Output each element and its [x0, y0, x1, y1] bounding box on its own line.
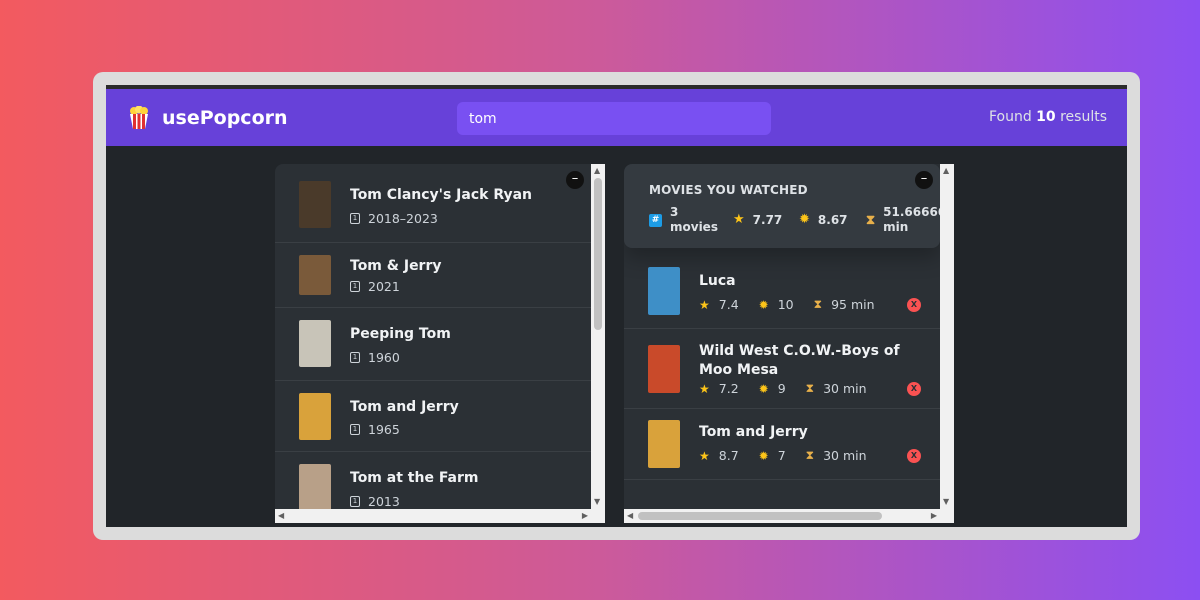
calendar-icon: 1 — [350, 281, 360, 292]
scroll-down-icon[interactable]: ▼ — [594, 495, 600, 509]
list-item[interactable]: Tom Clancy's Jack Ryan 1 2018–2023 — [275, 164, 591, 243]
sun-icon: ✹ — [758, 297, 769, 312]
hourglass-icon: ⧗ — [805, 448, 815, 462]
sun-icon: ✹ — [758, 448, 769, 463]
watched-summary: MOVIES YOU WATCHED # 3 movies ★ 7.77 ✹ 8.67… — [624, 164, 954, 248]
scroll-right-icon[interactable]: ▶ — [582, 509, 588, 523]
calendar-icon: 1 — [350, 496, 360, 507]
hash-icon: # — [649, 213, 662, 227]
scroll-left-icon[interactable]: ◀ — [278, 509, 284, 523]
movie-stats: ★ 7.2 ✹ 9 ⧗ 30 min — [699, 381, 867, 396]
movie-title: Tom & Jerry — [350, 258, 442, 274]
delete-button[interactable]: X — [907, 449, 921, 463]
results-box: – Tom Clancy's Jack Ryan 1 2018–2023 Tom … — [275, 164, 605, 523]
scroll-thumb[interactable] — [594, 178, 602, 330]
movie-title: Tom and Jerry — [699, 424, 808, 440]
results-number: 10 — [1036, 109, 1056, 125]
vertical-scrollbar[interactable]: ▲ ▼ — [940, 164, 954, 509]
star-icon: ★ — [699, 448, 710, 463]
hourglass-icon: ⧗ — [866, 212, 876, 228]
sun-icon: ✹ — [758, 381, 769, 396]
movie-title: Wild West C.O.W.-Boys of Moo Mesa — [699, 343, 900, 378]
watched-box: MOVIES YOU WATCHED # 3 movies ★ 7.77 ✹ 8.67… — [624, 164, 954, 523]
calendar-icon: 1 — [350, 424, 360, 435]
hourglass-icon: ⧗ — [813, 297, 823, 311]
scroll-up-icon[interactable]: ▲ — [943, 164, 949, 178]
movie-year: 1 1965 — [350, 422, 400, 437]
watched-item[interactable]: Luca ★ 7.4 ✹ 10 ⧗ 95 min X — [624, 248, 940, 329]
delete-button[interactable]: X — [907, 298, 921, 312]
star-icon: ★ — [733, 212, 745, 227]
list-item[interactable]: Tom and Jerry 1 1965 — [275, 381, 591, 452]
vertical-scrollbar[interactable]: ▲ ▼ — [591, 164, 605, 509]
search-input[interactable] — [457, 102, 771, 135]
movie-title: Tom at the Farm — [350, 470, 479, 486]
movie-year: 1 2021 — [350, 279, 400, 294]
movie-poster — [648, 267, 680, 315]
calendar-icon: 1 — [350, 213, 360, 224]
movie-title: Tom Clancy's Jack Ryan — [350, 187, 533, 203]
star-icon: ★ — [699, 297, 710, 312]
app-name: usePopcorn — [162, 107, 288, 129]
watched-toggle-button[interactable]: – — [915, 171, 933, 189]
movie-year: 1 2013 — [350, 494, 400, 509]
imdb-avg-stat: ★ 7.77 — [733, 212, 783, 227]
sun-icon: ✹ — [799, 212, 810, 227]
horizontal-scrollbar[interactable]: ◀ ▶ — [275, 509, 605, 523]
scroll-thumb[interactable] — [638, 512, 882, 520]
browser-window: usePopcorn Found 10 results – Tom Clancy… — [93, 72, 1140, 540]
movies-count-unit: movies — [670, 220, 718, 234]
hourglass-icon: ⧗ — [805, 381, 815, 395]
scroll-up-icon[interactable]: ▲ — [594, 164, 600, 178]
movie-poster — [299, 464, 331, 511]
movie-poster — [299, 320, 331, 367]
movies-count-stat: # 3 movies — [649, 205, 718, 235]
popcorn-icon — [130, 106, 148, 129]
movie-title: Luca — [699, 273, 736, 289]
summary-title: MOVIES YOU WATCHED — [649, 183, 808, 197]
navbar: usePopcorn Found 10 results — [106, 89, 1127, 146]
movie-stats: ★ 8.7 ✹ 7 ⧗ 30 min — [699, 448, 867, 463]
movie-poster — [648, 420, 680, 468]
app: usePopcorn Found 10 results – Tom Clancy… — [106, 85, 1127, 527]
results-count: Found 10 results — [988, 109, 1107, 125]
watched-item[interactable]: Tom and Jerry ★ 8.7 ✹ 7 ⧗ 30 min X — [624, 409, 940, 480]
scroll-down-icon[interactable]: ▼ — [943, 495, 949, 509]
scroll-right-icon[interactable]: ▶ — [931, 509, 937, 523]
list-item[interactable]: Tom & Jerry 1 2021 — [275, 243, 591, 308]
movie-year: 1 2018–2023 — [350, 211, 438, 226]
calendar-icon: 1 — [350, 352, 360, 363]
star-icon: ★ — [699, 381, 710, 396]
movie-poster — [299, 255, 331, 295]
movie-poster — [299, 393, 331, 440]
horizontal-scrollbar[interactable]: ◀ ▶ — [624, 509, 954, 523]
scroll-left-icon[interactable]: ◀ — [627, 509, 633, 523]
movie-year: 1 1960 — [350, 350, 400, 365]
movie-poster — [648, 345, 680, 393]
watched-item[interactable]: Wild West C.O.W.-Boys of Moo Mesa ★ 7.2 ✹… — [624, 329, 940, 409]
list-item[interactable]: Peeping Tom 1 1960 — [275, 308, 591, 381]
movie-poster — [299, 181, 331, 228]
delete-button[interactable]: X — [907, 382, 921, 396]
movies-count: 3 — [670, 205, 679, 219]
movie-title: Peeping Tom — [350, 326, 451, 342]
user-avg-stat: ✹ 8.67 — [799, 212, 848, 227]
movie-title: Tom and Jerry — [350, 399, 459, 415]
movie-stats: ★ 7.4 ✹ 10 ⧗ 95 min — [699, 297, 875, 312]
logo: usePopcorn — [128, 106, 288, 130]
